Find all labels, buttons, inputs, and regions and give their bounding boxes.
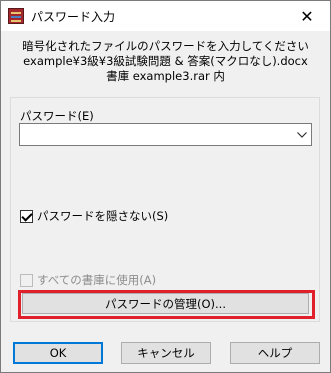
window-title: パスワード入力: [31, 10, 116, 24]
show-password-checkbox[interactable]: [20, 209, 33, 223]
password-combobox[interactable]: [19, 123, 312, 146]
show-password-label: パスワードを隠さない(S): [37, 209, 169, 223]
winrar-app-icon: [8, 8, 24, 24]
help-button[interactable]: ヘルプ: [230, 342, 320, 364]
archive-name: 書庫 example3.rar 内: [106, 69, 225, 83]
show-password-option[interactable]: パスワードを隠さない(S): [20, 208, 168, 224]
title-bar: パスワード入力 ✕: [1, 1, 330, 31]
use-all-archives-label: すべての書庫に使用(A): [37, 273, 157, 287]
close-button[interactable]: ✕: [284, 1, 330, 31]
password-label: パスワード(E): [20, 109, 94, 123]
manage-passwords-button[interactable]: パスワードの管理(O)...: [22, 293, 309, 314]
use-all-archives-checkbox: [20, 273, 33, 287]
prompt-message: 暗号化されたファイルのパスワードを入力してください: [22, 39, 309, 53]
prompt-text: 暗号化されたファイルのパスワードを入力してください example¥3級¥3級試…: [1, 39, 330, 84]
cancel-button[interactable]: キャンセル: [121, 342, 211, 364]
file-path: example¥3級¥3級試験問題 & 答案(マクロなし).docx: [23, 54, 308, 68]
chevron-down-icon[interactable]: [293, 124, 311, 145]
password-input[interactable]: [22, 125, 292, 144]
ok-button[interactable]: OK: [13, 342, 103, 364]
use-all-archives-option: すべての書庫に使用(A): [20, 272, 156, 288]
password-dialog: パスワード入力 ✕ 暗号化されたファイルのパスワードを入力してください exam…: [0, 0, 331, 373]
